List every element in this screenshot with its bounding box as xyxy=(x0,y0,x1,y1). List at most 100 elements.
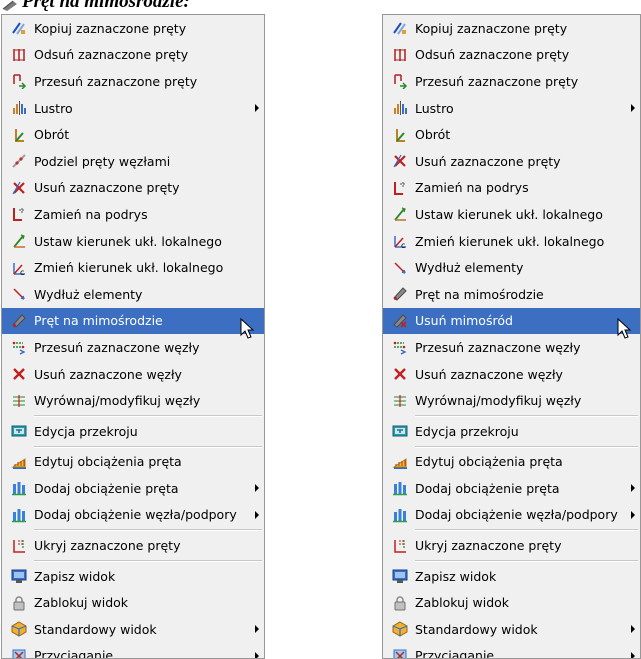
menu-item-change-local-axis[interactable]: c Zmień kierunek ukł. lokalnego xyxy=(383,228,640,255)
menu-item-add-node-load[interactable]: Dodaj obciążenie węzła/podpory xyxy=(383,502,640,529)
add-node-load-icon xyxy=(392,507,408,523)
standard-view-icon xyxy=(11,621,27,637)
menu-item-label: Edycja przekroju xyxy=(415,423,519,439)
menu-item-edit-bar-loads[interactable]: Edytuj obciążenia pręta xyxy=(383,449,640,476)
menu-item-delete-nodes[interactable]: Usuń zaznaczone węzły xyxy=(383,361,640,388)
menu-item-delete-nodes[interactable]: Usuń zaznaczone węzły xyxy=(2,361,264,388)
move-bars-icon xyxy=(392,73,408,90)
menu-item-eccentric-bar[interactable]: Pręt na mimośrodzie xyxy=(383,281,640,308)
add-node-load-icon xyxy=(11,507,27,523)
menu-item-label: Wyrównaj/modyfikuj węzły xyxy=(415,393,582,409)
convert-underlay-icon xyxy=(11,206,27,222)
menu-item-lock-view[interactable]: Zablokuj widok xyxy=(2,589,264,616)
menu-item-rotate[interactable]: Obrót xyxy=(383,121,640,148)
menu-item-label: Przesuń zaznaczone węzły xyxy=(34,339,200,355)
menu-item-edit-bar-loads[interactable]: Edytuj obciążenia pręta xyxy=(2,449,264,476)
menu-item-set-local-axis[interactable]: Ustaw kierunek ukł. lokalnego xyxy=(2,228,264,255)
menu-item-align-nodes[interactable]: Wyrównaj/modyfikuj węzły xyxy=(2,387,264,414)
menu-item-convert-underlay[interactable]: Zamień na podrys xyxy=(383,175,640,202)
menu-separator xyxy=(34,559,262,562)
copy-bars-icon xyxy=(392,20,408,36)
menu-item-offset-bars[interactable]: Odsuń zaznaczone pręty xyxy=(2,42,264,69)
menu-item-label: Kopiuj zaznaczone pręty xyxy=(415,20,568,36)
menu-item-move-nodes[interactable]: Przesuń zaznaczone węzły xyxy=(383,334,640,361)
menu-item-label: Przyciąganie xyxy=(34,648,114,659)
menu-item-label: Wydłuż elementy xyxy=(34,286,143,302)
menu-item-edit-section[interactable]: Edycja przekroju xyxy=(383,418,640,445)
menu-item-label: Usuń zaznaczone węzły xyxy=(34,366,182,382)
menu-item-move-bars[interactable]: Przesuń zaznaczone pręty xyxy=(2,68,264,95)
menu-item-move-bars[interactable]: Przesuń zaznaczone pręty xyxy=(383,68,640,95)
submenu-arrow-icon xyxy=(631,104,635,113)
menu-item-extend-elements[interactable]: Wydłuż elementy xyxy=(383,254,640,281)
menu-item-extend-elements[interactable]: Wydłuż elementy xyxy=(2,281,264,308)
submenu-arrow-icon xyxy=(255,104,259,113)
menu-item-mirror[interactable]: Lustro xyxy=(2,95,264,122)
delete-bars-icon xyxy=(11,180,27,196)
menu-item-lock-view[interactable]: Zablokuj widok xyxy=(383,589,640,616)
lock-view-icon xyxy=(11,595,27,611)
menu-item-hide-bars[interactable]: Ukryj zaznaczone pręty xyxy=(383,532,640,559)
move-nodes-icon xyxy=(392,339,408,356)
menu-item-label: Przyciąganie xyxy=(415,648,495,659)
save-view-icon xyxy=(392,568,408,584)
change-local-axis-icon: c xyxy=(11,260,27,276)
section-heading: Pręt na mimośrodzie: xyxy=(2,0,190,12)
menu-item-label: Dodaj obciążenie pręta xyxy=(415,480,560,496)
menu-item-save-view[interactable]: Zapisz widok xyxy=(383,563,640,590)
menu-item-label: Zapisz widok xyxy=(415,568,497,584)
menu-item-label: Przesuń zaznaczone pręty xyxy=(415,73,579,89)
menu-item-snap[interactable]: Przyciąganie xyxy=(2,643,264,659)
submenu-arrow-icon xyxy=(255,484,259,493)
eccentric-bar-icon xyxy=(11,313,27,329)
menu-item-hide-bars[interactable]: Ukryj zaznaczone pręty xyxy=(2,532,264,559)
menu-item-mirror[interactable]: Lustro xyxy=(383,95,640,122)
menu-item-standard-view[interactable]: Standardowy widok xyxy=(383,616,640,643)
extend-elements-icon xyxy=(11,286,27,302)
menu-item-delete-bars[interactable]: Usuń zaznaczone pręty xyxy=(2,175,264,202)
menu-item-label: Dodaj obciążenie węzła/podpory xyxy=(34,507,237,523)
menu-item-label: Pręt na mimośrodzie xyxy=(415,286,544,302)
menu-item-add-bar-load[interactable]: Dodaj obciążenie pręta xyxy=(2,475,264,502)
hide-bars-icon xyxy=(392,538,408,554)
menu-separator xyxy=(415,559,638,562)
menu-item-label: Zablokuj widok xyxy=(34,595,129,611)
menu-item-add-node-load[interactable]: Dodaj obciążenie węzła/podpory xyxy=(2,502,264,529)
menu-item-delete-bars[interactable]: Usuń zaznaczone pręty xyxy=(383,148,640,175)
menu-item-save-view[interactable]: Zapisz widok xyxy=(2,563,264,590)
menu-separator xyxy=(415,445,638,448)
menu-item-set-local-axis[interactable]: Ustaw kierunek ukł. lokalnego xyxy=(383,201,640,228)
submenu-arrow-icon xyxy=(631,651,635,658)
menu-item-split-bars[interactable]: Podziel pręty węzłami xyxy=(2,148,264,175)
eccentric-bar-icon xyxy=(2,0,18,11)
copy-bars-icon xyxy=(11,20,27,36)
menu-separator xyxy=(415,414,638,417)
menu-item-align-nodes[interactable]: Wyrównaj/modyfikuj węzły xyxy=(383,387,640,414)
menu-item-move-nodes[interactable]: Przesuń zaznaczone węzły xyxy=(2,334,264,361)
rotate-icon xyxy=(392,127,408,143)
edit-bar-loads-icon xyxy=(392,454,408,470)
menu-item-remove-eccentricity[interactable]: Usuń mimośród xyxy=(383,307,640,335)
submenu-arrow-icon xyxy=(255,510,259,519)
menu-item-standard-view[interactable]: Standardowy widok xyxy=(2,616,264,643)
menu-separator xyxy=(34,445,262,448)
menu-item-eccentric-bar[interactable]: Pręt na mimośrodzie xyxy=(2,307,264,335)
hide-bars-icon xyxy=(11,538,27,554)
menu-item-label: Zamień na podrys xyxy=(34,206,148,222)
menu-item-label: Usuń mimośród xyxy=(415,313,513,329)
menu-item-snap[interactable]: Przyciąganie xyxy=(383,643,640,659)
menu-item-convert-underlay[interactable]: Zamień na podrys xyxy=(2,201,264,228)
menu-item-edit-section[interactable]: Edycja przekroju xyxy=(2,418,264,445)
svg-text:c: c xyxy=(20,268,24,276)
menu-item-change-local-axis[interactable]: c Zmień kierunek ukł. lokalnego xyxy=(2,254,264,281)
menu-item-label: Lustro xyxy=(415,100,454,116)
remove-eccentricity-icon xyxy=(392,313,408,329)
menu-item-add-bar-load[interactable]: Dodaj obciążenie pręta xyxy=(383,475,640,502)
menu-item-offset-bars[interactable]: Odsuń zaznaczone pręty xyxy=(383,42,640,69)
menu-item-copy-bars[interactable]: Kopiuj zaznaczone pręty xyxy=(383,15,640,42)
move-bars-icon xyxy=(11,73,27,90)
menu-item-rotate[interactable]: Obrót xyxy=(2,121,264,148)
add-bar-load-icon xyxy=(392,480,408,496)
menu-item-copy-bars[interactable]: Kopiuj zaznaczone pręty xyxy=(2,15,264,42)
menu-item-label: Obrót xyxy=(34,127,70,143)
